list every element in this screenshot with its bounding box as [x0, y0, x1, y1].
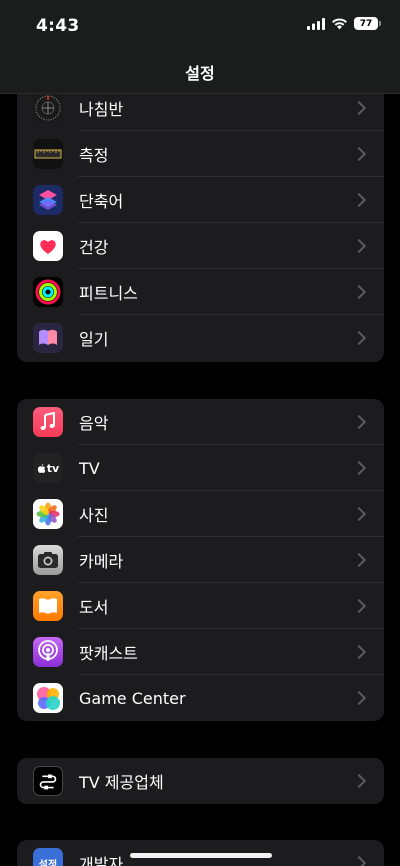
settings-item-camera[interactable]: 카메라 [17, 537, 384, 583]
developer-icon-text: 설정 [38, 859, 58, 866]
settings-item-label: 도서 [79, 598, 109, 617]
settings-item-tv-provider[interactable]: TV 제공업체 [17, 758, 384, 804]
wifi-icon [332, 17, 347, 29]
settings-item-label: 사진 [79, 506, 109, 525]
chevron-right-icon [351, 284, 367, 300]
settings-item-measure[interactable]: 측정 [17, 131, 384, 177]
chevron-right-icon [351, 100, 367, 116]
camera-icon [33, 545, 63, 575]
fitness-icon [33, 277, 63, 307]
chevron-right-icon [351, 552, 367, 568]
settings-item-books[interactable]: 도서 [17, 583, 384, 629]
settings-item-label: TV [79, 458, 100, 478]
game-center-icon [33, 683, 63, 713]
home-indicator[interactable] [130, 853, 272, 858]
settings-item-fitness[interactable]: 피트니스 [17, 269, 384, 315]
chevron-right-icon [351, 192, 367, 208]
chevron-right-icon [351, 690, 367, 706]
tv-icon: tv [33, 453, 63, 483]
settings-item-photos[interactable]: 사진 [17, 491, 384, 537]
chevron-right-icon [351, 506, 367, 522]
status-icons: 77 [307, 17, 381, 30]
battery-level: 77 [359, 18, 373, 29]
measure-icon [33, 139, 63, 169]
settings-list: 나침반 측정 단축어 건강 피트니스 일기 음악 tv TV 사진 카메라 도서… [0, 0, 400, 866]
settings-item-shortcuts[interactable]: 단축어 [17, 177, 384, 223]
settings-item-label: TV 제공업체 [79, 773, 164, 792]
podcasts-icon [33, 637, 63, 667]
chevron-right-icon [351, 460, 367, 476]
settings-item-label: Game Center [79, 688, 186, 708]
status-time: 4:43 [36, 16, 80, 36]
journal-icon [33, 323, 63, 353]
chevron-right-icon [351, 330, 367, 346]
settings-item-label: 일기 [79, 330, 109, 349]
settings-group-tv-provider: TV 제공업체 [17, 758, 384, 804]
battery-icon: 77 [354, 17, 381, 30]
settings-item-music[interactable]: 음악 [17, 399, 384, 445]
chevron-right-icon [351, 644, 367, 660]
cellular-signal-icon [307, 17, 325, 30]
page-title: 설정 [185, 64, 215, 83]
settings-item-tv[interactable]: tv TV [17, 445, 384, 491]
settings-item-label: 피트니스 [79, 284, 138, 303]
settings-item-journal[interactable]: 일기 [17, 315, 384, 361]
settings-item-label: 건강 [79, 238, 109, 257]
settings-item-label: 음악 [79, 414, 109, 433]
tv-provider-icon [33, 766, 63, 796]
settings-item-label: 팟캐스트 [79, 644, 138, 663]
tv-icon-text: tv [46, 461, 60, 475]
chevron-right-icon [351, 855, 367, 866]
chevron-right-icon [351, 598, 367, 614]
books-icon [33, 591, 63, 621]
settings-item-health[interactable]: 건강 [17, 223, 384, 269]
developer-icon: 설정 [33, 848, 63, 866]
settings-item-label: 단축어 [79, 192, 124, 211]
chevron-right-icon [351, 238, 367, 254]
settings-item-label: 나침반 [79, 100, 124, 119]
settings-item-label: 카메라 [79, 552, 124, 571]
settings-item-label: 측정 [79, 146, 109, 165]
chevron-right-icon [351, 773, 367, 789]
settings-group-apps-2: 음악 tv TV 사진 카메라 도서 팟캐스트 Game Center [17, 399, 384, 721]
settings-group-apps-1: 나침반 측정 단축어 건강 피트니스 일기 [17, 84, 384, 362]
shortcuts-icon [33, 185, 63, 215]
settings-item-podcasts[interactable]: 팟캐스트 [17, 629, 384, 675]
apple-logo-icon [37, 463, 46, 473]
chevron-right-icon [351, 146, 367, 162]
compass-icon [33, 93, 63, 123]
health-icon [33, 231, 63, 261]
status-bar: 4:43 77 [0, 0, 400, 48]
settings-item-game-center[interactable]: Game Center [17, 675, 384, 721]
music-icon [33, 407, 63, 437]
photos-icon [33, 499, 63, 529]
chevron-right-icon [351, 414, 367, 430]
